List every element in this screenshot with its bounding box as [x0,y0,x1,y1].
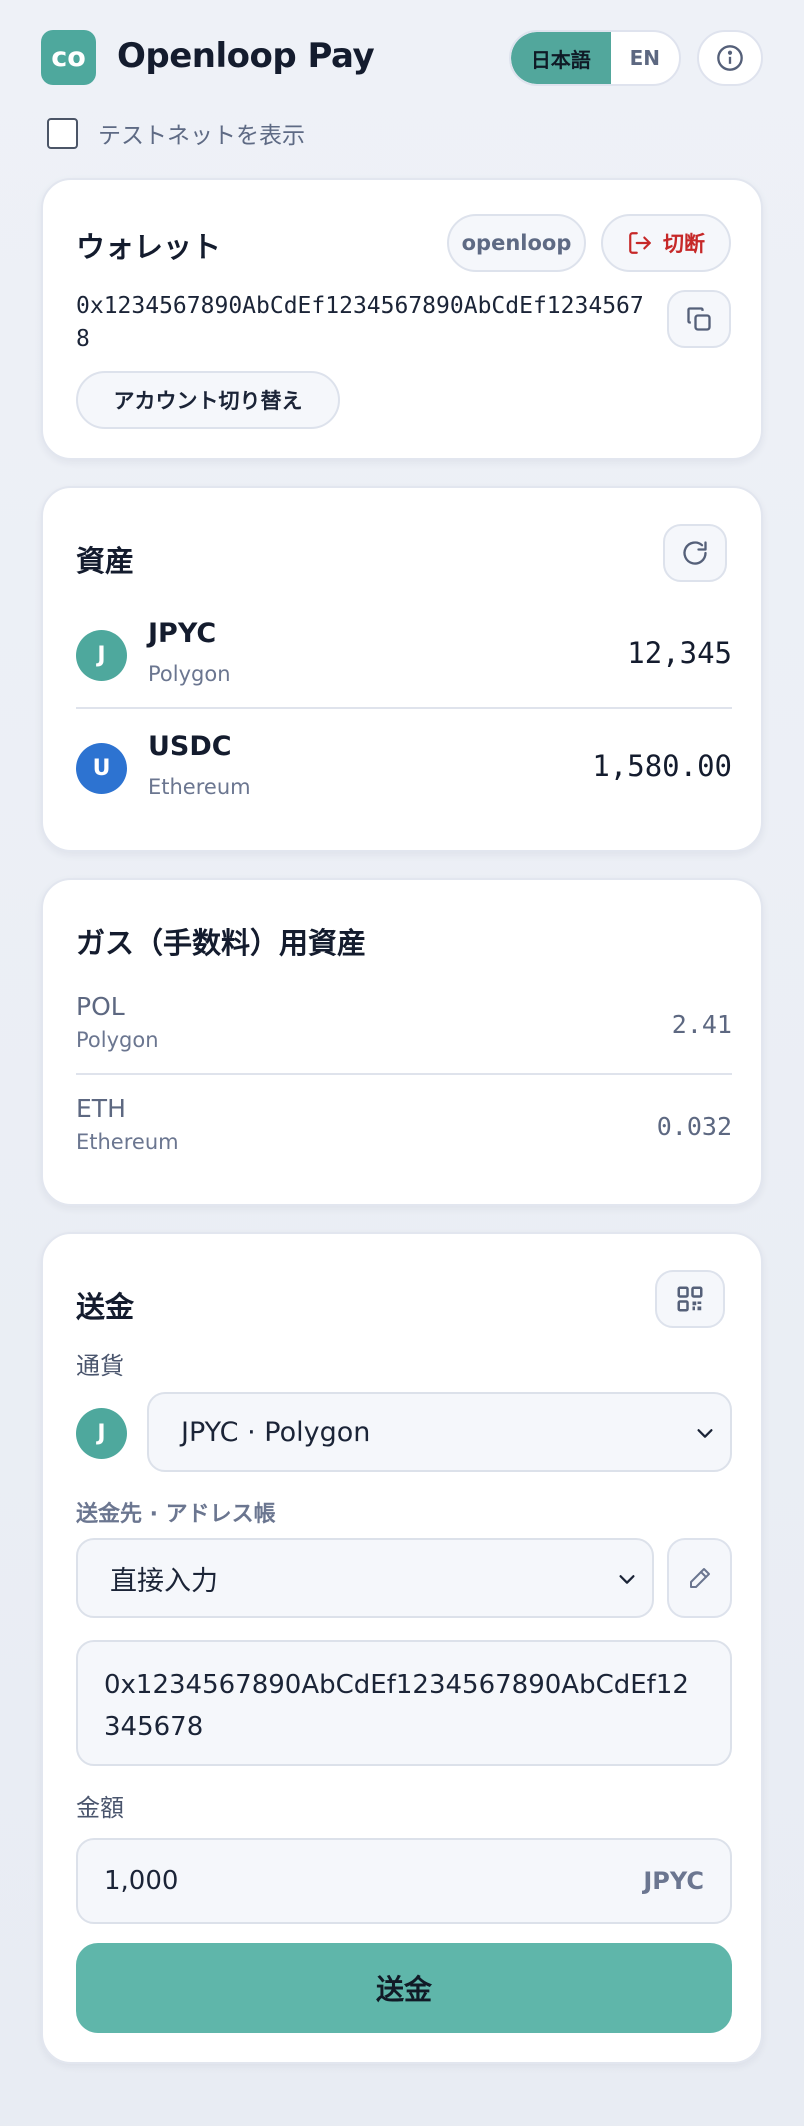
qr-scan-button[interactable] [655,1270,725,1328]
wallet-title: ウォレット [76,230,222,264]
assets-card: 資産 J JPYC Polygon 12,345 U USDC Ethereum… [41,486,763,852]
pencil-icon [689,1568,710,1588]
recipient-select-value: 直接入力 [110,1565,218,1597]
app-header: co Openloop Pay 日本語 EN [41,30,763,86]
gas-symbol: POL [76,992,125,1021]
send-card: 送金 通貨 J JPYC · Polygon 送金先 · アドレス帳 直接入力 … [41,1232,763,2064]
refresh-icon [683,541,707,565]
gas-divider [76,1073,732,1075]
chevron-down-icon [697,1429,713,1438]
asset-symbol: USDC [148,731,232,762]
copy-address-button[interactable] [667,290,731,348]
app-logo: co [41,30,96,85]
info-icon [717,45,743,71]
asset-avatar: J [76,630,127,681]
wallet-card: ウォレット openloop 切断 0x1234567890AbCdEf1234… [41,178,763,460]
asset-symbol: JPYC [148,618,217,649]
refresh-button[interactable] [663,524,727,582]
wallet-address: 0x1234567890AbCdEf1234567890AbCdEf123456… [76,293,644,352]
asset-row-jpyc: J JPYC Polygon 12,345 [76,618,732,698]
assets-title: 資産 [76,544,135,578]
info-button[interactable] [697,30,763,86]
send-submit-button[interactable]: 送金 [76,1943,732,2033]
edit-address-book-button[interactable] [667,1538,732,1618]
chevron-down-icon [619,1575,635,1584]
send-title: 送金 [76,1290,135,1324]
amount-label: 金額 [76,1794,124,1822]
testnet-label: テストネットを表示 [98,123,305,149]
asset-network: Ethereum [148,775,251,799]
copy-icon [687,307,711,331]
language-en-button[interactable]: EN [611,32,679,84]
recipient-address-input[interactable]: 0x1234567890AbCdEf1234567890AbCdEf123456… [76,1640,732,1766]
disconnect-label: 切断 [663,232,705,256]
qr-code-icon [677,1286,703,1312]
connector-badge: openloop [447,214,586,272]
testnet-checkbox[interactable] [47,117,78,149]
gas-balance: 2.41 [671,1010,732,1039]
gas-assets-card: ガス（手数料）用資産 POL Polygon 2.41 ETH Ethereum… [41,878,763,1206]
amount-value: 1,000 [104,1866,179,1896]
app-title: Openloop Pay [117,36,375,76]
logout-icon [629,232,651,254]
language-toggle: 日本語 EN [509,30,681,86]
amount-unit: JPYC [643,1867,704,1895]
recipient-label: 送金先 · アドレス帳 [76,1502,276,1527]
disconnect-button[interactable]: 切断 [601,214,731,272]
language-ja-button[interactable]: 日本語 [511,32,611,84]
recipient-select[interactable]: 直接入力 [76,1538,654,1618]
switch-account-button[interactable]: アカウント切り替え [76,371,340,429]
currency-select[interactable]: JPYC · Polygon [147,1392,732,1472]
gas-balance: 0.032 [656,1112,732,1141]
currency-label: 通貨 [76,1352,124,1380]
testnet-toggle[interactable]: テストネットを表示 [47,117,305,149]
gas-row-eth: ETH Ethereum 0.032 [76,1094,732,1164]
gas-row-pol: POL Polygon 2.41 [76,992,732,1062]
asset-balance: 12,345 [627,636,732,670]
asset-divider [76,707,732,709]
asset-balance: 1,580.00 [592,749,732,783]
currency-select-value: JPYC · Polygon [181,1416,371,1448]
gas-network: Ethereum [76,1130,179,1154]
gas-symbol: ETH [76,1094,126,1123]
asset-avatar: U [76,743,127,794]
gas-network: Polygon [76,1028,159,1052]
asset-row-usdc: U USDC Ethereum 1,580.00 [76,731,732,811]
amount-input[interactable]: 1,000 JPYC [76,1838,732,1924]
asset-network: Polygon [148,662,231,686]
gas-title: ガス（手数料）用資産 [76,926,367,960]
currency-avatar: J [76,1408,127,1459]
